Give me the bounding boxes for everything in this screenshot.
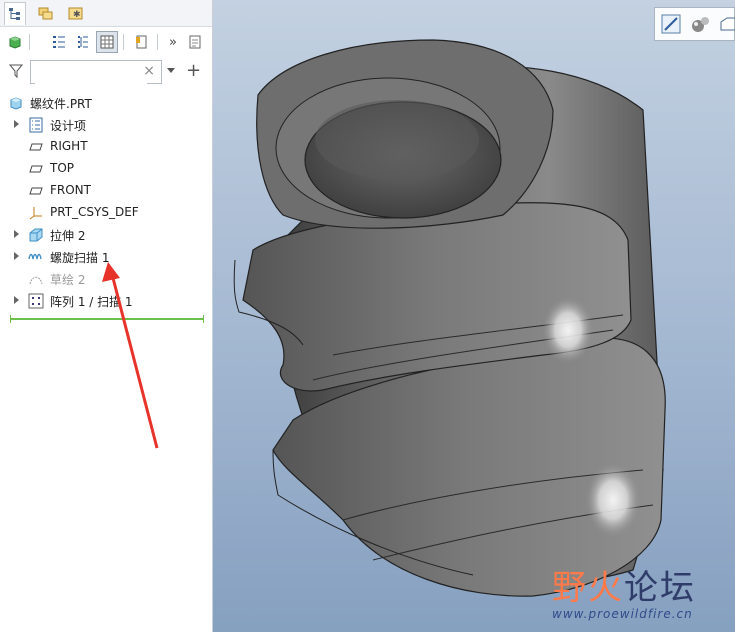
- tree-item-label: 设计项: [50, 119, 87, 133]
- forum-watermark: 野火论坛 www.proewildfire.cn: [548, 560, 735, 632]
- add-filter-button[interactable]: +: [186, 60, 201, 81]
- tree-item-helical-sweep[interactable]: 螺旋扫描 1: [0, 246, 212, 268]
- tree-item-label: 草绘 2: [50, 273, 86, 287]
- view-cube-button[interactable]: [719, 14, 735, 34]
- clear-search-icon[interactable]: ×: [143, 63, 155, 79]
- tab-model-tree[interactable]: [4, 2, 26, 25]
- tree-item-label: TOP: [50, 161, 75, 175]
- tree-item-label: 阵列 1 / 扫描 1: [50, 295, 133, 309]
- more-icon: »: [169, 34, 177, 50]
- folder-browser-icon: [38, 7, 53, 20]
- tree-item-label: FRONT: [50, 183, 91, 197]
- tree-filters-icon: [78, 36, 88, 48]
- tree-item-sketch[interactable]: 草绘 2: [0, 268, 212, 290]
- tree-item-label: 螺旋扫描 1: [50, 251, 110, 265]
- tree-item-pattern[interactable]: 阵列 1 / 扫描 1: [0, 290, 212, 312]
- chevron-down-icon[interactable]: [167, 68, 175, 73]
- tab-folder-browser[interactable]: [36, 3, 56, 23]
- watermark-title: 野火论坛: [552, 560, 696, 609]
- extrude-icon: [29, 228, 43, 242]
- pattern-icon: [28, 293, 44, 309]
- expand-arrow-icon[interactable]: [14, 120, 19, 128]
- coordinate-system-icon: [29, 207, 42, 220]
- toolbar-separator: [29, 34, 30, 50]
- tree-columns-button[interactable]: [48, 31, 70, 53]
- search-input[interactable]: [35, 62, 147, 84]
- tree-item-top[interactable]: TOP: [0, 158, 212, 180]
- watermark-url: www.proewildfire.cn: [552, 607, 693, 621]
- expand-arrow-icon[interactable]: [14, 230, 19, 238]
- bookmark-button[interactable]: [130, 31, 152, 53]
- search-row: × +: [0, 58, 212, 86]
- tree-settings-icon: [100, 35, 114, 49]
- tree-toolbar: »: [0, 28, 212, 56]
- display-button[interactable]: [4, 31, 26, 53]
- design-items-icon: [29, 117, 43, 133]
- toolbar-separator: [157, 34, 158, 50]
- tree-item-label: PRT_CSYS_DEF: [50, 205, 139, 219]
- graphics-window[interactable]: 野火论坛 www.proewildfire.cn: [213, 0, 735, 632]
- view-orientation-icon: [661, 14, 681, 34]
- panel-tabs: ✱: [0, 0, 212, 27]
- datum-plane-icon: [29, 165, 43, 173]
- tree-item-front[interactable]: FRONT: [0, 180, 212, 202]
- cube-display-icon: [9, 36, 21, 49]
- tree-filters-button[interactable]: [72, 31, 94, 53]
- sketch-icon: [29, 276, 43, 285]
- tree-settings-button[interactable]: [96, 31, 118, 53]
- tree-item-extrude[interactable]: 拉伸 2: [0, 224, 212, 246]
- search-box: ×: [30, 60, 162, 84]
- annotation-arrow: [213, 0, 735, 632]
- insert-here-marker[interactable]: [10, 315, 204, 323]
- tree-item-label: 拉伸 2: [50, 229, 86, 243]
- view-cube-icon: [720, 17, 735, 31]
- expand-arrow-icon[interactable]: [14, 296, 19, 304]
- tree-root-label: 螺纹件.PRT: [30, 97, 92, 111]
- filter-button[interactable]: [8, 63, 24, 82]
- favorites-icon: ✱: [68, 7, 83, 20]
- datum-plane-icon: [29, 143, 43, 151]
- helical-sweep-icon: [28, 253, 42, 260]
- tree-root[interactable]: 螺纹件.PRT: [0, 92, 212, 114]
- notes-icon: [189, 35, 201, 49]
- toolbar-separator: [123, 34, 124, 50]
- view-toolbar: [654, 7, 735, 41]
- datum-plane-icon: [29, 187, 43, 195]
- model-tree-icon: [9, 8, 20, 20]
- tab-favorites[interactable]: ✱: [66, 3, 86, 23]
- watermark-title-part2: 论坛: [624, 568, 696, 608]
- model-tree-panel: ✱ » × + 螺纹件.PRT 设计项 RIGHT TOP FRONT PRT_…: [0, 0, 213, 632]
- more-button[interactable]: »: [162, 31, 184, 53]
- bookmark-icon: [136, 35, 147, 49]
- svg-text:✱: ✱: [73, 10, 81, 20]
- shading-button[interactable]: [689, 14, 711, 34]
- view-orientation-button[interactable]: [661, 14, 681, 34]
- tree-item-label: RIGHT: [50, 139, 88, 153]
- watermark-title-part1: 野火: [552, 568, 624, 608]
- expand-arrow-icon[interactable]: [14, 252, 19, 260]
- tree-item-right[interactable]: RIGHT: [0, 136, 212, 158]
- filter-icon: [8, 64, 24, 79]
- notes-button[interactable]: [184, 31, 206, 53]
- tree-item-design-items[interactable]: 设计项: [0, 114, 212, 136]
- shading-icon: [692, 17, 709, 32]
- part-icon: [10, 97, 22, 110]
- tree-item-csys[interactable]: PRT_CSYS_DEF: [0, 202, 212, 224]
- tree-columns-icon: [53, 36, 65, 48]
